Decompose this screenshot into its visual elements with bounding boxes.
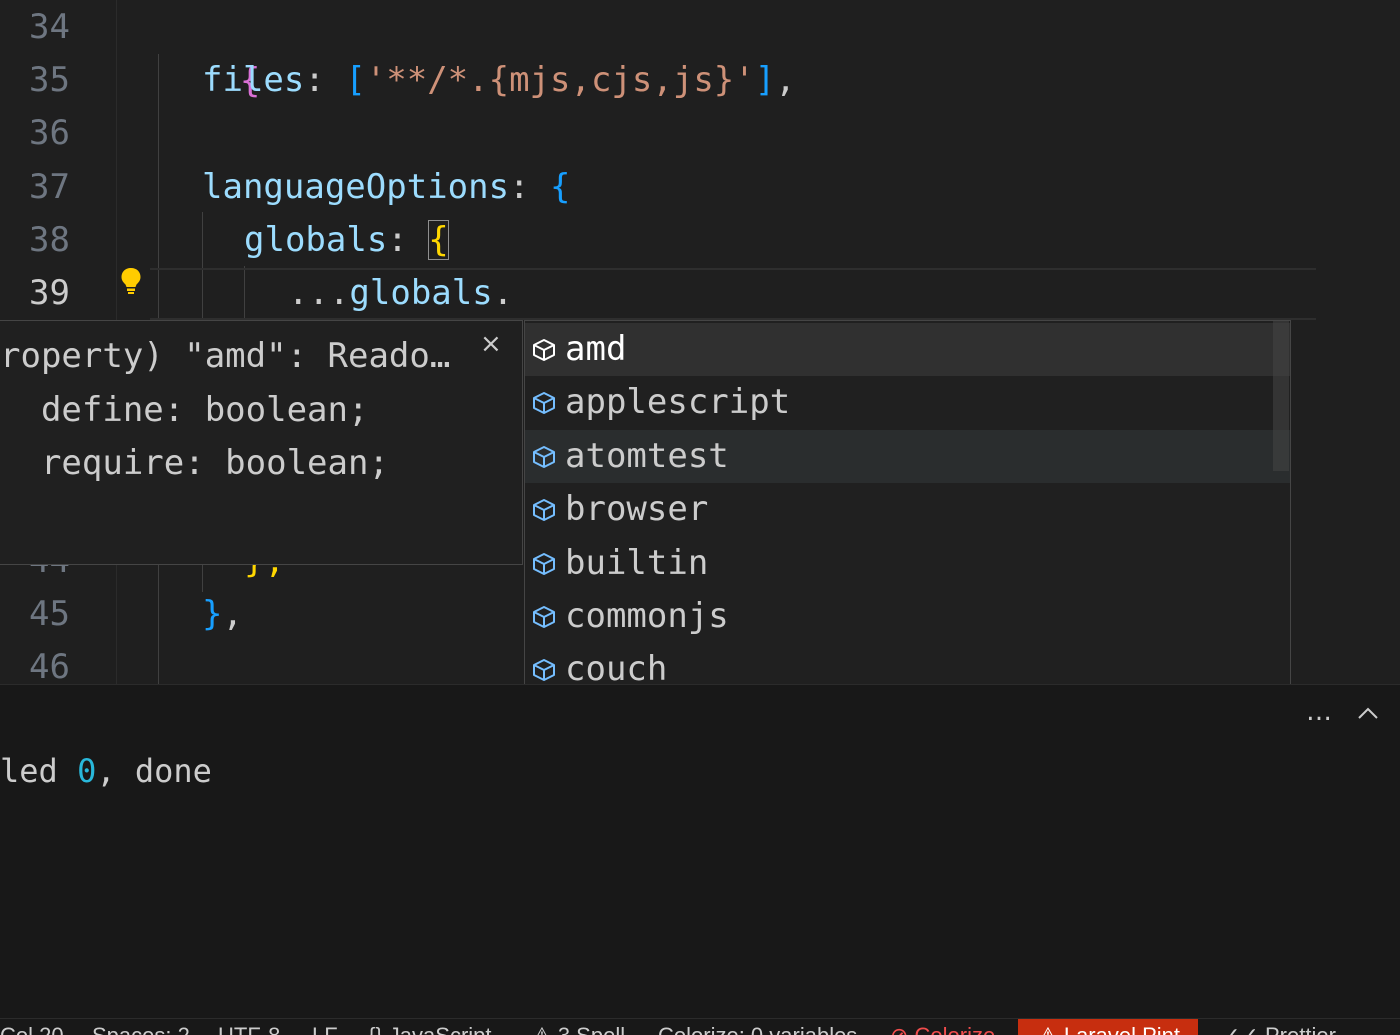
line-number: 37 — [29, 167, 70, 207]
cube-icon — [533, 499, 555, 521]
status-language[interactable]: {} JavaScript — [368, 1023, 492, 1035]
cube-icon — [533, 659, 555, 681]
line-number: 34 — [29, 7, 70, 47]
chevron-up-icon[interactable] — [1356, 703, 1380, 723]
status-bar: Col 20 Spaces: 2 UTF-8 LF {} JavaScript … — [0, 1018, 1400, 1035]
status-indentation[interactable]: Spaces: 2 — [92, 1023, 190, 1035]
suggestion-item[interactable]: commonjs — [525, 590, 1290, 643]
code-line-35[interactable]: files: ['**/*.{mjs,cjs,js}'], — [202, 53, 796, 107]
cube-icon — [533, 339, 555, 361]
line-number: 35 — [29, 60, 70, 100]
code-line-37[interactable]: languageOptions: { — [202, 160, 570, 214]
terminal-panel[interactable]: led 0, done … — [0, 684, 1400, 1019]
hover-line: define: boolean; — [0, 390, 369, 430]
matching-brace: { — [428, 220, 449, 260]
cube-icon — [533, 446, 555, 468]
code-line-45[interactable]: }, — [202, 587, 243, 641]
property-key: files — [202, 60, 305, 100]
colon: : — [387, 220, 429, 260]
hover-signature: roperty) "amd": Reado… — [0, 336, 451, 376]
suggestion-label: amd — [565, 329, 627, 369]
identifier: globals — [349, 273, 493, 313]
cube-icon — [533, 392, 555, 414]
line-number: 36 — [29, 113, 70, 153]
suggestion-item[interactable]: atomtest — [525, 430, 1290, 483]
suggestion-item[interactable]: applescript — [525, 376, 1290, 429]
comma: , — [775, 60, 796, 100]
string-literal: '**/*.{mjs,cjs,js}' — [365, 60, 755, 100]
cube-icon — [533, 606, 555, 628]
suggestion-label: commonjs — [565, 596, 729, 636]
status-encoding[interactable]: UTF-8 — [218, 1023, 280, 1035]
hover-docs-widget: roperty) "amd": Reado… define: boolean; … — [0, 320, 523, 565]
more-actions-icon[interactable]: … — [1306, 697, 1332, 727]
suggestion-item[interactable]: builtin — [525, 537, 1290, 590]
terminal-output: led 0, done — [0, 747, 212, 795]
spread-operator: ... — [288, 273, 350, 313]
status-colorize-variables[interactable]: Colorize: 0 variables — [658, 1023, 857, 1035]
status-eol[interactable]: LF — [312, 1023, 338, 1035]
terminal-number: 0 — [77, 752, 97, 790]
cube-icon — [533, 553, 555, 575]
status-spell[interactable]: ⚠ 3 Spell — [532, 1023, 625, 1035]
code-line-39[interactable]: ...globals. — [288, 266, 513, 320]
hover-line: require: boolean; — [0, 443, 389, 483]
bracket: [ — [345, 60, 366, 100]
line-number: 38 — [29, 220, 70, 260]
brace: { — [550, 167, 571, 207]
suggestion-item[interactable]: browser — [525, 483, 1290, 536]
suggestion-scrollbar[interactable] — [1273, 321, 1289, 471]
terminal-text: , done — [96, 752, 212, 790]
property-key: languageOptions — [202, 167, 510, 207]
status-laravel-pint[interactable]: ⚠ Laravel Pint — [1018, 1019, 1199, 1035]
line-number: 45 — [29, 594, 70, 634]
line-number: 46 — [29, 647, 70, 684]
line-number-active: 39 — [29, 273, 70, 313]
dot: . — [492, 273, 514, 313]
code-line-38[interactable]: globals: { — [244, 213, 449, 267]
status-cursor-position[interactable]: Col 20 — [0, 1023, 64, 1035]
bracket: ] — [754, 60, 776, 100]
suggestion-label: browser — [565, 489, 709, 529]
status-prettier[interactable]: ✓✓ Prettier — [1222, 1023, 1336, 1035]
suggestion-label: applescript — [565, 382, 791, 422]
property-key: globals — [244, 220, 388, 260]
suggestion-label: builtin — [565, 543, 709, 583]
lightbulb-icon[interactable] — [118, 266, 144, 296]
colon: : — [304, 60, 346, 100]
close-icon[interactable]: × — [480, 329, 502, 359]
suggestion-item[interactable]: amd — [525, 323, 1290, 376]
status-colorize[interactable]: ⊘ Colorize — [890, 1023, 995, 1035]
comma: , — [222, 594, 243, 634]
suggestion-label: atomtest — [565, 436, 729, 476]
terminal-text: led — [0, 752, 78, 790]
colon: : — [509, 167, 550, 207]
brace: } — [202, 594, 223, 634]
